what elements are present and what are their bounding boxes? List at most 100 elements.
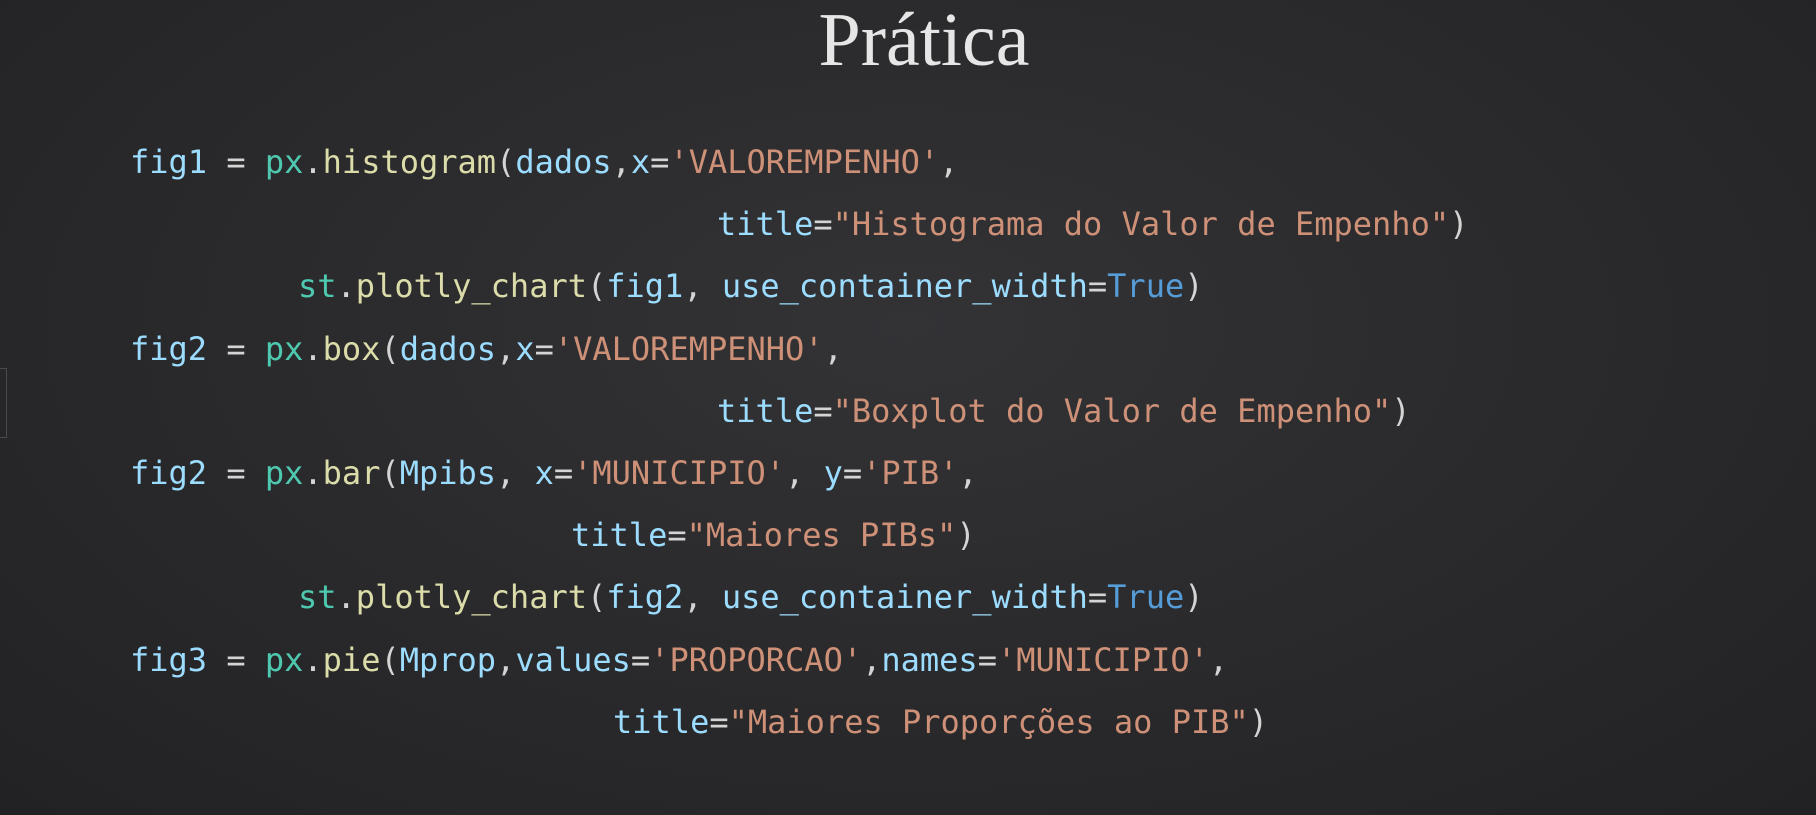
- code-token: .: [303, 330, 323, 368]
- code-token: =: [709, 703, 729, 741]
- code-token: =: [977, 641, 997, 679]
- code-token: y: [823, 454, 843, 492]
- code-token: (: [586, 578, 607, 616]
- code-token: st: [298, 578, 337, 616]
- code-token: =: [813, 392, 833, 430]
- code-token: =: [207, 454, 265, 492]
- code-block: fig1 = px.histogram(dados,x='VALOREMPENH…: [0, 0, 1468, 741]
- code-token: =: [553, 454, 574, 492]
- code-token: use_container_width: [721, 267, 1088, 305]
- code-token: bar: [322, 454, 381, 492]
- code-token: values: [515, 641, 631, 679]
- code-token: "Boxplot do Valor de Empenho": [832, 392, 1392, 430]
- code-token: .: [336, 267, 356, 305]
- code-token: ,: [683, 578, 722, 616]
- code-token: title: [613, 703, 710, 741]
- code-token: ): [1248, 703, 1269, 741]
- code-token: 'MUNICIPIO': [573, 454, 786, 492]
- code-token: .: [303, 641, 323, 679]
- code-line: fig2 = px.box(dados,x='VALOREMPENHO',: [130, 329, 843, 369]
- code-token: ): [1449, 205, 1469, 243]
- code-token: fig2: [606, 578, 684, 616]
- code-token: (: [586, 267, 607, 305]
- code-token: use_container_width: [721, 578, 1088, 616]
- code-line: title="Maiores Proporções ao PIB"): [613, 702, 1268, 742]
- slide-title: Prática: [818, 0, 1030, 82]
- code-token: =: [813, 205, 833, 243]
- code-token: x: [515, 330, 535, 368]
- code-token: pie: [322, 641, 381, 679]
- code-token: fig3: [130, 641, 208, 679]
- code-token: "Maiores Proporções ao PIB": [728, 703, 1249, 741]
- code-token: =: [207, 143, 265, 181]
- code-token: Mpibs: [399, 454, 497, 492]
- code-token: =: [667, 516, 687, 554]
- code-token: plotly_chart: [355, 578, 587, 616]
- code-token: (: [496, 143, 516, 181]
- code-token: 'PROPORCAO': [650, 641, 863, 679]
- code-token: ,: [939, 143, 959, 181]
- code-token: plotly_chart: [355, 267, 587, 305]
- code-token: =: [534, 330, 554, 368]
- code-token: (: [380, 330, 400, 368]
- code-token: Mprop: [399, 641, 497, 679]
- code-token: True: [1107, 578, 1185, 616]
- code-line: st.plotly_chart(fig2, use_container_widt…: [298, 577, 1203, 617]
- code-line: st.plotly_chart(fig1, use_container_widt…: [298, 266, 1203, 306]
- code-token: ,: [496, 330, 516, 368]
- code-token: ): [956, 516, 976, 554]
- code-token: =: [842, 454, 863, 492]
- code-token: ,: [1208, 641, 1229, 679]
- code-token: "Histograma do Valor de Empenho": [832, 205, 1450, 243]
- code-line: title="Maiores PIBs"): [571, 515, 976, 555]
- code-token: ): [1184, 578, 1204, 616]
- code-token: x: [534, 454, 554, 492]
- code-token: fig1: [130, 143, 208, 181]
- code-token: title: [717, 205, 814, 243]
- code-token: =: [650, 143, 670, 181]
- code-token: px: [264, 641, 304, 679]
- code-token: 'VALOREMPENHO': [669, 143, 940, 181]
- slide: Prática fig1 = px.histogram(dados,x='VAL…: [0, 0, 1816, 815]
- code-token: ,: [496, 641, 516, 679]
- code-line: title="Boxplot do Valor de Empenho"): [717, 391, 1411, 431]
- code-token: st: [298, 267, 337, 305]
- code-line: title="Histograma do Valor de Empenho"): [717, 204, 1468, 244]
- code-token: histogram: [322, 143, 497, 181]
- code-token: =: [1087, 267, 1108, 305]
- code-token: dados: [399, 330, 497, 368]
- code-token: ,: [823, 330, 843, 368]
- code-token: title: [571, 516, 668, 554]
- code-token: "Maiores PIBs": [686, 516, 957, 554]
- code-token: True: [1107, 267, 1185, 305]
- code-token: px: [264, 143, 304, 181]
- code-token: title: [717, 392, 814, 430]
- code-token: ,: [862, 641, 882, 679]
- code-token: fig2: [130, 330, 208, 368]
- code-token: 'PIB': [862, 454, 959, 492]
- code-token: =: [207, 641, 265, 679]
- code-token: =: [207, 330, 265, 368]
- code-line: fig3 = px.pie(Mprop,values='PROPORCAO',n…: [130, 640, 1228, 680]
- code-token: ,: [683, 267, 722, 305]
- code-token: (: [380, 454, 400, 492]
- code-token: px: [264, 330, 304, 368]
- code-token: box: [322, 330, 381, 368]
- code-token: ,: [496, 454, 535, 492]
- code-token: dados: [515, 143, 612, 181]
- code-token: 'MUNICIPIO': [996, 641, 1209, 679]
- code-token: .: [303, 454, 323, 492]
- code-token: ): [1391, 392, 1411, 430]
- code-token: =: [630, 641, 651, 679]
- code-token: ): [1184, 267, 1204, 305]
- code-token: ,: [611, 143, 631, 181]
- code-token: ,: [785, 454, 824, 492]
- code-token: (: [380, 641, 400, 679]
- code-token: 'VALOREMPENHO': [553, 330, 824, 368]
- code-token: px: [264, 454, 304, 492]
- code-token: x: [630, 143, 651, 181]
- code-token: fig2: [130, 454, 208, 492]
- code-token: .: [336, 578, 356, 616]
- code-token: .: [303, 143, 323, 181]
- code-line: fig1 = px.histogram(dados,x='VALOREMPENH…: [130, 142, 958, 182]
